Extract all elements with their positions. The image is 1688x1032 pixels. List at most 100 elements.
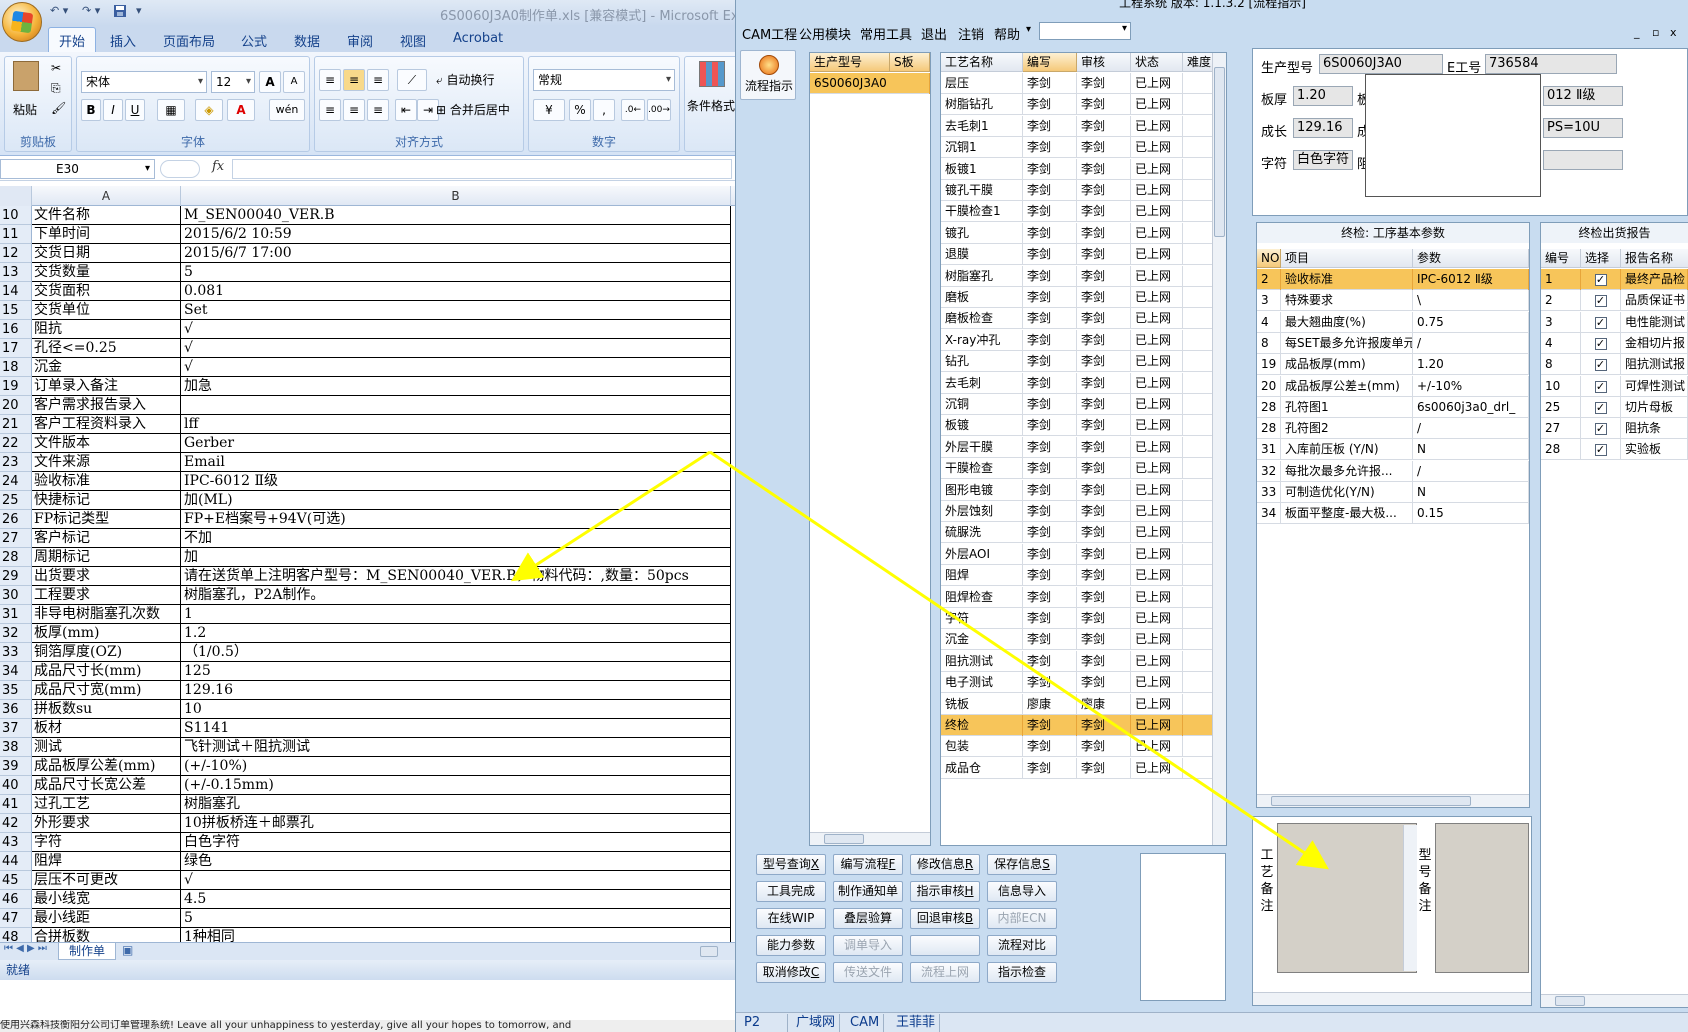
process-table[interactable]: 工艺名称 编写 审核 状态 难度 层压 李剑 李剑 已上网 树脂钻孔 李剑 李剑 已上网 去毛刺… xyxy=(940,52,1227,846)
reviewer-header[interactable]: 审核 xyxy=(1077,53,1131,72)
percent-button[interactable]: % xyxy=(569,99,591,121)
grade-field[interactable]: 012 Ⅱ级 xyxy=(1543,86,1623,106)
model-col-header[interactable]: 生产型号 xyxy=(810,53,890,72)
tab-home[interactable]: 开始 xyxy=(48,27,97,53)
row-number[interactable]: 11 xyxy=(0,225,32,244)
action-button[interactable]: 信息导入 xyxy=(987,881,1057,902)
merge-center-button[interactable]: ⊞ 合并后居中 xyxy=(433,99,521,121)
cell-b[interactable]: M_SEN00040_VER.B xyxy=(181,206,731,225)
row-number[interactable]: 44 xyxy=(0,852,32,871)
report-row[interactable]: 1 ✓ 最终产品检 xyxy=(1541,269,1688,290)
cell-b[interactable]: 1.2 xyxy=(181,624,731,643)
report-checkbox[interactable]: ✓ xyxy=(1594,295,1607,308)
row-number[interactable]: 19 xyxy=(0,377,32,396)
param-row[interactable]: 2 验收标准 IPC-6012 Ⅱ级 xyxy=(1257,269,1529,290)
row-number[interactable]: 46 xyxy=(0,890,32,909)
menu-tools[interactable]: 常用工具 xyxy=(860,24,912,43)
cell-a[interactable]: 非导电树脂塞孔次数 xyxy=(32,605,181,624)
action-button[interactable]: 调单导入 xyxy=(833,935,903,956)
cell-a[interactable]: 测试 xyxy=(32,738,181,757)
process-row[interactable]: 外层蚀刻 李剑 李剑 已上网 xyxy=(941,501,1214,522)
menu-common-module[interactable]: 公用模块 xyxy=(799,24,851,43)
align-left-icon[interactable]: ≡ xyxy=(319,99,341,121)
cell-b[interactable]: 2015/6/2 10:59 xyxy=(181,225,731,244)
cell-a[interactable]: 层压不可更改 xyxy=(32,871,181,890)
row-number[interactable]: 21 xyxy=(0,415,32,434)
params-value-header[interactable]: 参数 xyxy=(1413,249,1529,268)
cell-b[interactable]: 10拼板桥连＋邮票孔 xyxy=(181,814,731,833)
cell-a[interactable]: 交货日期 xyxy=(32,244,181,263)
params-item-header[interactable]: 项目 xyxy=(1281,249,1413,268)
cell-a[interactable]: 周期标记 xyxy=(32,548,181,567)
cell-b[interactable]: FP+E档案号+94V(可选) xyxy=(181,510,731,529)
row-number[interactable]: 27 xyxy=(0,529,32,548)
char-field[interactable]: 白色字符 xyxy=(1293,150,1353,170)
border-icon[interactable]: ▦ xyxy=(157,99,185,121)
action-button[interactable]: 传送文件 xyxy=(833,962,903,983)
align-bottom-icon[interactable]: ≡ xyxy=(367,69,389,91)
report-hscroll[interactable] xyxy=(1541,994,1688,1007)
cell-a[interactable]: 孔径<=0.25 xyxy=(32,339,181,358)
menu-cam[interactable]: CAM工程 xyxy=(742,24,797,43)
process-name-header[interactable]: 工艺名称 xyxy=(941,53,1023,72)
row-number[interactable]: 34 xyxy=(0,662,32,681)
cell-b[interactable]: Gerber xyxy=(181,434,731,453)
model-list-hscroll-thumb[interactable] xyxy=(824,834,864,844)
cell-a[interactable]: 板材 xyxy=(32,719,181,738)
cell-a[interactable]: 拼板数su xyxy=(32,700,181,719)
report-row[interactable]: 4 ✓ 金相切片报 xyxy=(1541,332,1688,354)
cell-a[interactable]: 阻焊 xyxy=(32,852,181,871)
report-checkbox[interactable]: ✓ xyxy=(1594,274,1607,286)
cell-b[interactable]: 绿色 xyxy=(181,852,731,871)
action-button[interactable] xyxy=(910,935,980,956)
cell-b[interactable]: 0.081 xyxy=(181,282,731,301)
row-number[interactable]: 29 xyxy=(0,567,32,586)
cell-b[interactable]: 10 xyxy=(181,700,731,719)
tab-formulas[interactable]: 公式 xyxy=(241,31,267,50)
action-button[interactable]: 修改信息R xyxy=(910,854,980,875)
cam-toolbar-combo[interactable] xyxy=(1039,22,1131,40)
process-row[interactable]: 板镀 李剑 李剑 已上网 xyxy=(941,415,1214,437)
cell-a[interactable]: 过孔工艺 xyxy=(32,795,181,814)
align-center-icon[interactable]: ≡ xyxy=(343,99,365,121)
align-middle-icon[interactable]: ≡ xyxy=(343,69,365,91)
action-button[interactable]: 能力参数 xyxy=(756,935,826,956)
cell-b[interactable]: 加(ML) xyxy=(181,491,731,510)
process-row[interactable]: 阻抗测试 李剑 李剑 已上网 xyxy=(941,650,1214,672)
row-number[interactable]: 43 xyxy=(0,833,32,852)
params-hscroll[interactable] xyxy=(1257,794,1529,807)
cell-a[interactable]: 最小线宽 xyxy=(32,890,181,909)
row-number[interactable]: 39 xyxy=(0,757,32,776)
number-format-combo[interactable]: 常规 xyxy=(533,69,675,91)
param-row[interactable]: 32 每批次最多允许报... / xyxy=(1257,460,1529,482)
action-button[interactable]: 型号查询X xyxy=(756,854,826,875)
cell-a[interactable]: 文件版本 xyxy=(32,434,181,453)
process-memo-scrollbar[interactable] xyxy=(1403,825,1417,971)
paste-button[interactable]: 粘贴 xyxy=(13,101,37,118)
row-number[interactable]: 47 xyxy=(0,909,32,928)
cell-b[interactable]: √ xyxy=(181,339,731,358)
memo-hscroll[interactable] xyxy=(1253,992,1531,1005)
row-number[interactable]: 18 xyxy=(0,358,32,377)
process-row[interactable]: 去毛刺1 李剑 李剑 已上网 xyxy=(941,115,1214,137)
close-icon[interactable]: x xyxy=(1670,26,1677,39)
cell-b[interactable]: Set xyxy=(181,301,731,320)
param-row[interactable]: 3 特殊要求 \ xyxy=(1257,290,1529,312)
status-cam[interactable]: CAM xyxy=(846,1014,885,1032)
param-row[interactable]: 20 成品板厚公差±(mm) +/-10% xyxy=(1257,375,1529,397)
row-number[interactable]: 23 xyxy=(0,453,32,472)
report-checkbox[interactable]: ✓ xyxy=(1594,444,1607,457)
cell-b[interactable]: 请在送货单上注明客户型号：M_SEN00040_VER.B，物料代码：,数量：5… xyxy=(181,567,731,586)
cell-a[interactable]: 订单录入备注 xyxy=(32,377,181,396)
process-row[interactable]: 镀孔干膜 李剑 李剑 已上网 xyxy=(941,180,1214,201)
status-p2[interactable]: P2 xyxy=(740,1014,788,1032)
process-row[interactable]: 钻孔 李剑 李剑 已上网 xyxy=(941,351,1214,373)
row-number[interactable]: 35 xyxy=(0,681,32,700)
report-row[interactable]: 10 ✓ 可焊性测试 xyxy=(1541,375,1688,397)
wrap-text-button[interactable]: ⤶ 自动换行 xyxy=(433,69,521,91)
model-list[interactable]: 生产型号 S板 6S0060J3A0 xyxy=(809,52,931,846)
horizontal-scroll-thumb[interactable] xyxy=(700,946,718,957)
process-row[interactable]: 树脂塞孔 李剑 李剑 已上网 xyxy=(941,265,1214,287)
row-number[interactable]: 30 xyxy=(0,586,32,605)
bold-icon[interactable]: B xyxy=(81,99,101,121)
